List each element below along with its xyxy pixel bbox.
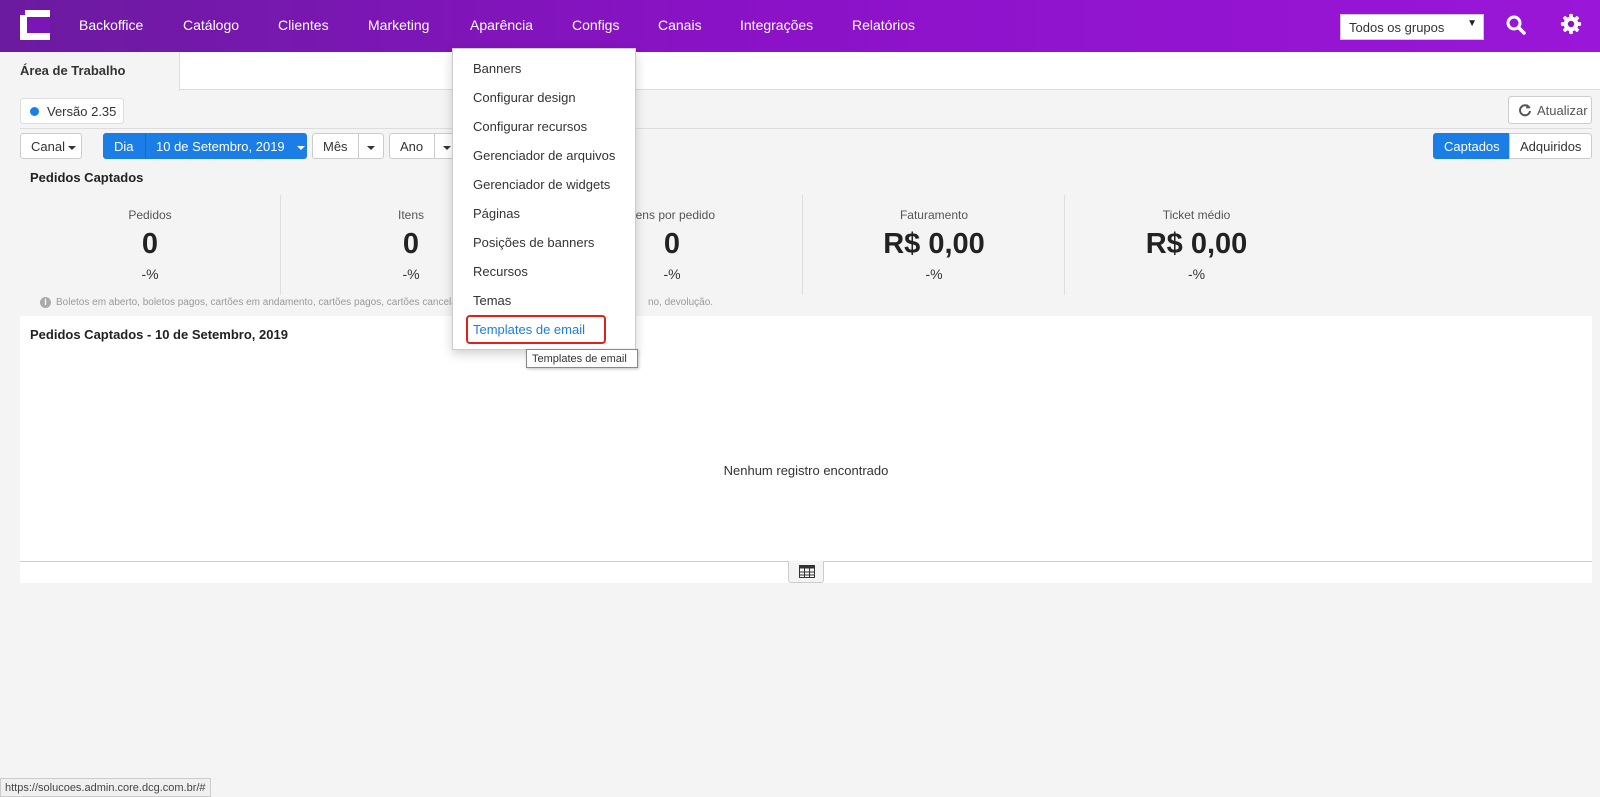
group-select-value: Todos os grupos	[1349, 20, 1445, 35]
nav-canais[interactable]: Canais	[658, 17, 702, 33]
info-note-text: Boletos em aberto, boletos pagos, cartõe…	[56, 297, 490, 308]
top-navbar: Backoffice Catálogo Clientes Marketing A…	[0, 0, 1600, 52]
tab-strip	[0, 52, 1600, 90]
version-badge: Versão 2.35	[20, 98, 124, 124]
stat-label: Faturamento	[899, 208, 969, 222]
nav-integracoes[interactable]: Integrações	[740, 17, 813, 33]
canal-label: Canal	[31, 139, 65, 154]
version-label: Versão 2.35	[47, 104, 117, 119]
stat-value: R$ 0,00	[1145, 228, 1248, 260]
nav-relatorios[interactable]: Relatórios	[852, 17, 915, 33]
menu-item-temas[interactable]: Temas	[473, 293, 511, 308]
menu-item-posicoes-banners[interactable]: Posições de banners	[473, 235, 594, 250]
chevron-down-icon	[367, 145, 375, 150]
ano-button[interactable]: Ano	[389, 133, 435, 159]
stat-value: 0	[141, 228, 159, 260]
date-picker[interactable]: 10 de Setembro, 2019	[145, 133, 307, 159]
stat-label: Ticket médio	[1162, 208, 1231, 222]
menu-item-configurar-design[interactable]: Configurar design	[473, 90, 576, 105]
canal-dropdown[interactable]: Canal	[20, 133, 82, 159]
search-icon[interactable]	[1506, 15, 1526, 35]
chart-panel	[20, 316, 1592, 583]
nav-clientes[interactable]: Clientes	[278, 17, 329, 33]
date-value: 10 de Setembro, 2019	[156, 139, 285, 154]
chevron-down-icon	[67, 145, 76, 150]
chevron-down-icon	[443, 145, 451, 150]
stat-pct: -%	[925, 266, 943, 282]
adquiridos-toggle[interactable]: Adquiridos	[1509, 133, 1592, 159]
info-note: i Boletos em aberto, boletos pagos, cartõ…	[40, 297, 490, 308]
chevron-down-icon: ▼	[1467, 18, 1477, 29]
mes-dropdown-toggle[interactable]	[358, 133, 384, 159]
captados-toggle[interactable]: Captados	[1433, 133, 1510, 159]
stat-label: Pedidos	[128, 208, 172, 222]
table-icon	[799, 565, 815, 578]
menu-item-gerenciador-arquivos[interactable]: Gerenciador de arquivos	[473, 148, 615, 163]
aparencia-dropdown-menu: Banners Configurar design Configurar rec…	[452, 48, 636, 350]
stat-pct: -%	[1187, 266, 1206, 282]
status-dot-icon	[30, 107, 39, 116]
highlight-box	[466, 315, 606, 344]
menu-item-recursos[interactable]: Recursos	[473, 264, 528, 279]
logo-icon[interactable]	[20, 10, 50, 40]
chart-title: Pedidos Captados - 10 de Setembro, 2019	[30, 327, 288, 342]
table-view-button[interactable]	[788, 561, 824, 583]
stat-ticket-medio: Ticket médio R$ 0,00 -%	[1066, 195, 1327, 295]
chevron-down-icon	[296, 145, 305, 150]
menu-item-configurar-recursos[interactable]: Configurar recursos	[473, 119, 587, 134]
stat-faturamento: Faturamento R$ 0,00 -%	[804, 195, 1065, 295]
menu-item-gerenciador-widgets[interactable]: Gerenciador de widgets	[473, 177, 610, 192]
tooltip: Templates de email	[526, 349, 638, 368]
gear-icon[interactable]	[1560, 13, 1582, 35]
nav-aparencia[interactable]: Aparência	[470, 17, 533, 33]
refresh-icon	[1519, 104, 1531, 117]
refresh-label: Atualizar	[1537, 103, 1588, 118]
info-note-tail: no, devolução.	[648, 297, 714, 308]
nav-configs[interactable]: Configs	[572, 17, 619, 33]
info-icon: i	[40, 297, 51, 308]
section-title: Pedidos Captados	[30, 170, 144, 185]
dia-button[interactable]: Dia	[103, 133, 146, 159]
nav-backoffice[interactable]: Backoffice	[79, 17, 143, 33]
refresh-button[interactable]: Atualizar	[1508, 96, 1592, 124]
divider	[20, 128, 1592, 129]
stat-pedidos: Pedidos 0 -%	[20, 195, 281, 295]
stat-value: R$ 0,00	[883, 228, 985, 260]
tab-area-de-trabalho[interactable]: Área de Trabalho	[0, 52, 180, 91]
mes-button[interactable]: Mês	[312, 133, 359, 159]
menu-item-paginas[interactable]: Páginas	[473, 206, 520, 221]
empty-message: Nenhum registro encontrado	[723, 463, 889, 478]
menu-item-banners[interactable]: Banners	[473, 61, 521, 76]
stat-pct: -%	[141, 266, 159, 282]
group-select[interactable]: Todos os grupos ▼	[1340, 14, 1484, 40]
nav-marketing[interactable]: Marketing	[368, 17, 429, 33]
nav-catalogo[interactable]: Catálogo	[183, 17, 239, 33]
status-bar-url: https://solucoes.admin.core.dcg.com.br/#	[0, 778, 211, 797]
